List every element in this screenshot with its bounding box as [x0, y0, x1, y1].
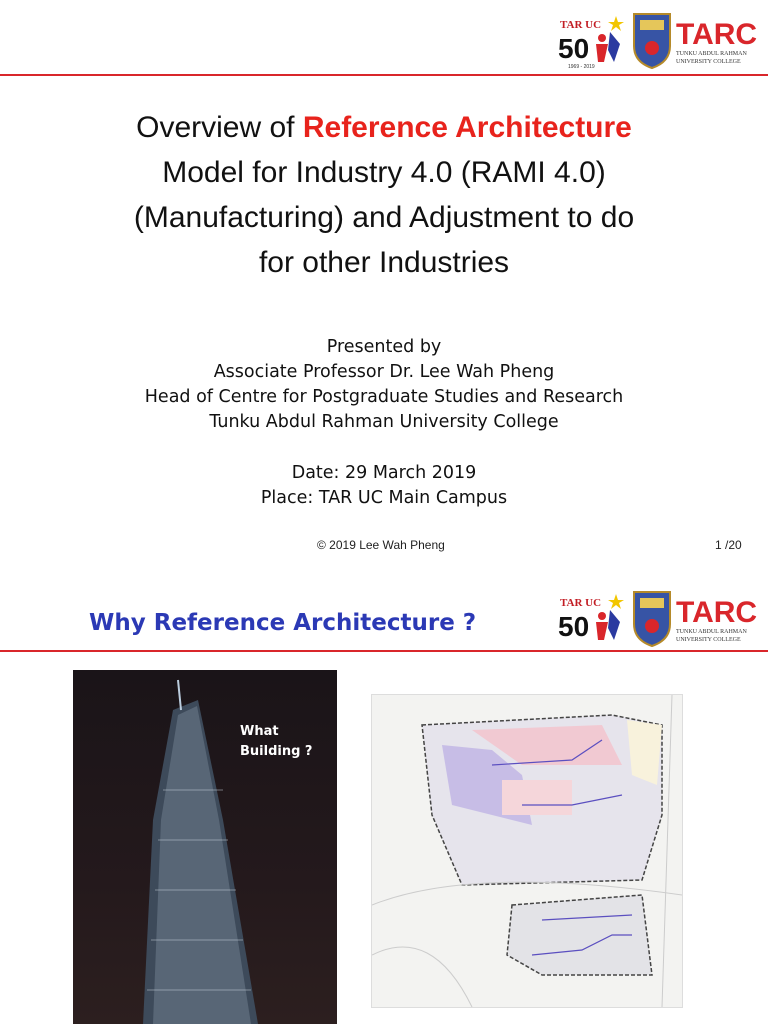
- presented-by: Presented by: [326, 337, 442, 357]
- title-highlight: Reference Architecture: [302, 111, 632, 144]
- svg-text:TUNKU ABDUL RAHMAN: TUNKU ABDUL RAHMAN: [676, 51, 747, 57]
- presenter-name: Associate Professor Dr. Lee Wah Pheng: [213, 362, 555, 382]
- page-number: 1 /20: [715, 538, 742, 552]
- title-prefix: Overview of: [136, 111, 303, 144]
- svg-text:TARC: TARC: [676, 18, 757, 51]
- skyscraper-photo: What Building ?: [73, 670, 337, 1024]
- event-place: Place: TAR UC Main Campus: [260, 488, 508, 508]
- svg-text:TAR UC: TAR UC: [560, 597, 601, 609]
- event-date: Date: 29 March 2019: [291, 463, 477, 483]
- institution: Tunku Abdul Rahman University College: [209, 412, 559, 432]
- svg-text:TUNKU ABDUL RAHMAN: TUNKU ABDUL RAHMAN: [676, 629, 747, 635]
- presenter-info: Presented by Associate Professor Dr. Lee…: [40, 335, 728, 435]
- slide-title: Overview of Reference Architecture Model…: [40, 105, 728, 285]
- svg-text:TAR UC: TAR UC: [560, 19, 601, 31]
- event-info: Date: 29 March 2019 Place: TAR UC Main C…: [40, 461, 728, 511]
- presenter-position: Head of Centre for Postgraduate Studies …: [144, 387, 624, 407]
- svg-text:50: 50: [558, 33, 589, 64]
- svg-text:UNIVERSITY COLLEGE: UNIVERSITY COLLEGE: [676, 637, 741, 643]
- title-line: (Manufacturing) and Adjustment to do: [133, 201, 635, 234]
- svg-text:TARC: TARC: [676, 596, 757, 629]
- title-line: Model for Industry 4.0 (RAMI 4.0): [162, 156, 606, 189]
- header-divider: [0, 650, 768, 652]
- photo-caption: What Building ?: [240, 724, 313, 759]
- title-line: for other Industries: [258, 246, 510, 279]
- slide2-title: Why Reference Architecture ?: [89, 610, 477, 636]
- tarc-logo: TAR UC 50 TARC TUNKU ABDUL RAHMAN UNIVER…: [558, 588, 758, 648]
- tarc-logo: TAR UC 50 1969 - 2019 TARC TUNKU ABDUL R…: [558, 10, 758, 70]
- svg-text:UNIVERSITY COLLEGE: UNIVERSITY COLLEGE: [676, 59, 741, 65]
- svg-text:1969 - 2019: 1969 - 2019: [568, 64, 595, 70]
- copyright: © 2019 Lee Wah Pheng: [317, 538, 445, 552]
- svg-text:50: 50: [558, 611, 589, 642]
- header-divider: [0, 74, 768, 76]
- site-plan-map: [371, 694, 683, 1008]
